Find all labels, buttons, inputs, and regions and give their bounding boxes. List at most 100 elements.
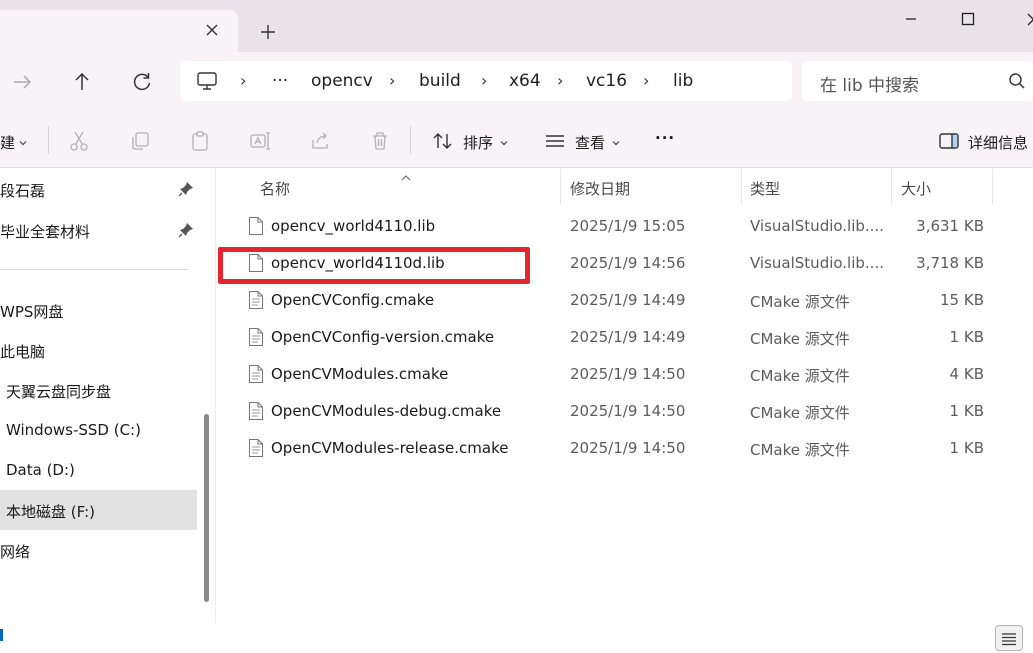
minimize-icon[interactable] [895,6,927,32]
search-input[interactable]: 在 lib 中搜索 [820,71,919,96]
column-divider[interactable] [560,168,561,204]
breadcrumb-item-vc16[interactable]: vc16 [586,71,627,91]
sidebar-item-pinned-2[interactable]: 毕业全套材料 [0,210,197,250]
status-bar [0,623,1033,653]
file-size: 3,718 KB [916,254,984,272]
close-window-icon[interactable] [1012,6,1033,32]
breadcrumb[interactable]: › ··· opencv › build › x64 › vc16 › lib [180,61,792,101]
details-pane-icon[interactable] [938,130,960,152]
file-date: 2025/1/9 14:56 [570,254,686,272]
close-tab-icon[interactable] [200,18,224,42]
table-row[interactable]: OpenCVModules.cmake 2025/1/9 14:50 CMake… [217,356,1033,393]
sidebar-item-tianyi[interactable]: 天翼云盘同步盘 [0,370,197,410]
new-button-label[interactable]: 建 [0,132,15,153]
maximize-icon[interactable] [952,6,984,32]
details-view-toggle[interactable] [995,625,1023,651]
chevron-down-icon[interactable] [611,134,621,146]
forward-arrow-icon[interactable] [8,68,36,96]
file-type: CMake 源文件 [750,367,850,385]
column-header-name[interactable]: 名称 [260,178,290,199]
sidebar-item-label: Data (D:) [6,461,75,479]
sidebar-item-label: 毕业全套材料 [0,223,91,241]
breadcrumb-more[interactable]: ··· [272,71,288,91]
sidebar-item-this-pc[interactable]: 此电脑 [0,330,197,370]
breadcrumb-item-x64[interactable]: x64 [509,71,541,91]
sidebar-item-pinned-1[interactable]: 段石磊 [0,169,197,209]
column-header-type[interactable]: 类型 [750,178,780,199]
file-date: 2025/1/9 14:49 [570,328,686,346]
sidebar-item-label: 段石磊 [0,182,46,200]
file-size: 4 KB [949,365,984,383]
pin-icon[interactable] [178,222,194,238]
search-box[interactable]: 在 lib 中搜索 [802,61,1033,101]
file-date: 2025/1/9 14:50 [570,365,686,383]
breadcrumb-separator: › [240,71,247,90]
sidebar-item-network[interactable]: 网络 [0,530,197,570]
sidebar-item-wps[interactable]: WPS网盘 [0,290,197,330]
sidebar-item-label: WPS网盘 [0,303,64,321]
delete-icon[interactable] [369,130,391,152]
pin-icon[interactable] [178,181,194,197]
details-button[interactable]: 详细信息 [968,132,1028,153]
search-icon[interactable] [1008,72,1026,90]
column-header-date[interactable]: 修改日期 [570,178,630,199]
title-bar [0,0,1033,52]
breadcrumb-item-opencv[interactable]: opencv [311,71,373,91]
sidebar-scrollbar[interactable] [204,414,209,602]
sidebar-divider [0,269,188,270]
chevron-down-icon[interactable] [18,134,28,146]
file-name: OpenCVConfig.cmake [271,291,435,309]
cut-icon[interactable] [68,130,90,152]
view-button[interactable]: 查看 [575,132,605,153]
breadcrumb-item-build[interactable]: build [419,71,461,91]
sort-icon[interactable] [432,130,454,152]
file-date: 2025/1/9 14:50 [570,439,686,457]
column-divider[interactable] [741,168,742,204]
sidebar-item-drive-c[interactable]: Windows-SSD (C:) [0,410,197,450]
share-icon[interactable] [309,130,331,152]
table-row[interactable]: opencv_world4110.lib 2025/1/9 15:05 Visu… [217,208,1033,245]
cmake-file-icon [248,290,264,310]
file-name: OpenCVModules-release.cmake [271,439,509,457]
table-row[interactable]: OpenCVModules-release.cmake 2025/1/9 14:… [217,430,1033,467]
column-header-size[interactable]: 大小 [901,178,931,199]
active-tab[interactable] [0,10,238,52]
more-options-button[interactable]: ··· [655,129,675,147]
breadcrumb-separator: › [389,71,396,90]
chevron-down-icon[interactable] [499,134,509,146]
sidebar-item-drive-d[interactable]: Data (D:) [0,450,197,490]
file-size: 3,631 KB [916,217,984,235]
file-type: CMake 源文件 [750,441,850,459]
file-type: CMake 源文件 [750,330,850,348]
table-row[interactable]: OpenCVConfig.cmake 2025/1/9 14:49 CMake … [217,282,1033,319]
column-divider[interactable] [992,168,993,204]
details-view-icon [1002,633,1016,646]
sidebar-item-drive-f[interactable]: 本地磁盘 (F:) [0,490,197,530]
cmake-file-icon [248,438,264,458]
table-row[interactable]: OpenCVModules-debug.cmake 2025/1/9 14:50… [217,393,1033,430]
file-name: OpenCVConfig-version.cmake [271,328,495,346]
refresh-icon[interactable] [128,68,156,96]
command-bar: 建 排序 查看 ··· 详细信息 [0,110,1033,168]
cmake-file-icon [248,401,264,421]
column-divider[interactable] [891,168,892,204]
table-row[interactable]: OpenCVConfig-version.cmake 2025/1/9 14:4… [217,319,1033,356]
highlight-annotation [218,247,530,284]
breadcrumb-separator: › [643,71,650,90]
up-arrow-icon[interactable] [68,68,96,96]
file-name: OpenCVModules.cmake [271,365,449,383]
paste-icon[interactable] [189,130,211,152]
copy-icon[interactable] [129,130,151,152]
view-icon[interactable] [544,130,566,152]
rename-icon[interactable] [249,130,271,152]
breadcrumb-separator: › [557,71,564,90]
toolbar-divider [410,126,411,154]
breadcrumb-item-lib[interactable]: lib [673,71,693,91]
file-size: 1 KB [949,402,984,420]
sort-button[interactable]: 排序 [463,132,493,153]
sidebar-item-label: 天翼云盘同步盘 [6,383,112,401]
file-list: 名称 修改日期 类型 大小 opencv_world4110.lib 2025/… [217,168,1033,623]
new-tab-icon[interactable] [256,20,280,44]
breadcrumb-separator: › [481,71,488,90]
file-size: 1 KB [949,328,984,346]
